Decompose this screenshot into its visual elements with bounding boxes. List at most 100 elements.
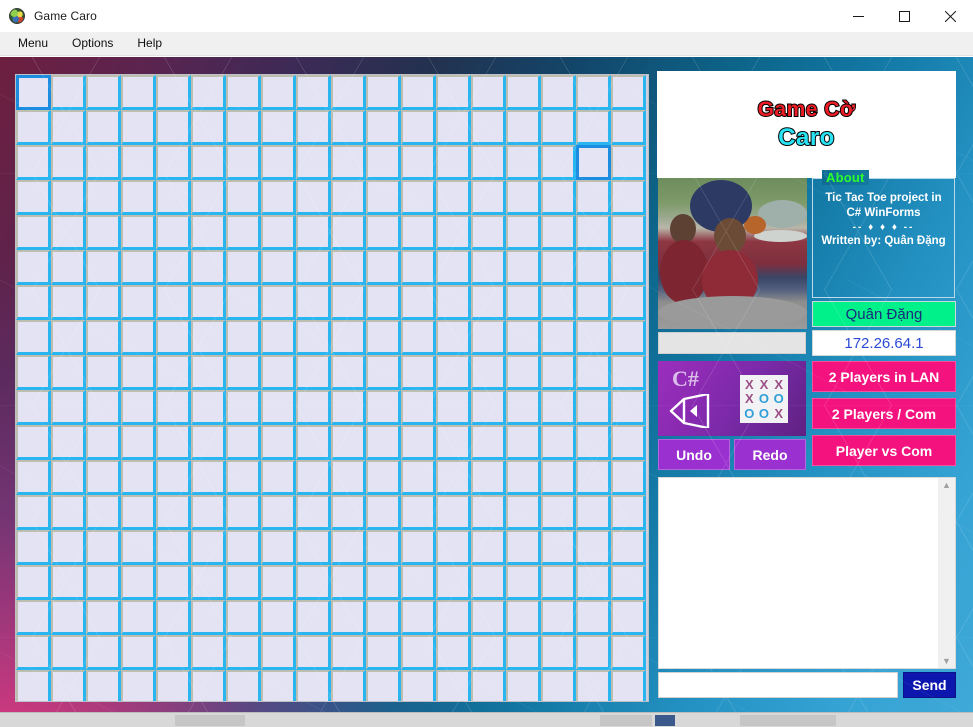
board-cell[interactable] bbox=[261, 75, 296, 110]
board-cell[interactable] bbox=[576, 180, 611, 215]
board-cell[interactable] bbox=[296, 495, 331, 530]
board-cell[interactable] bbox=[331, 145, 366, 180]
scroll-up-icon[interactable]: ▲ bbox=[942, 480, 951, 490]
board-cell[interactable] bbox=[121, 215, 156, 250]
board-cell[interactable] bbox=[401, 180, 436, 215]
board-cell[interactable] bbox=[576, 425, 611, 460]
board-cell[interactable] bbox=[261, 215, 296, 250]
board-cell[interactable] bbox=[611, 670, 646, 701]
board-cell[interactable] bbox=[261, 320, 296, 355]
board-cell[interactable] bbox=[51, 320, 86, 355]
game-board[interactable] bbox=[15, 74, 649, 702]
board-cell[interactable] bbox=[611, 460, 646, 495]
board-cell[interactable] bbox=[296, 565, 331, 600]
board-cell[interactable] bbox=[471, 390, 506, 425]
board-cell[interactable] bbox=[226, 215, 261, 250]
board-cell[interactable] bbox=[191, 355, 226, 390]
board-cell[interactable] bbox=[51, 215, 86, 250]
board-cell[interactable] bbox=[436, 495, 471, 530]
board-cell[interactable] bbox=[436, 110, 471, 145]
board-cell[interactable] bbox=[401, 110, 436, 145]
board-cell[interactable] bbox=[86, 460, 121, 495]
board-cell[interactable] bbox=[156, 285, 191, 320]
board-cell[interactable] bbox=[506, 460, 541, 495]
board-cell[interactable] bbox=[611, 215, 646, 250]
board-cell[interactable] bbox=[51, 390, 86, 425]
menu-item-help[interactable]: Help bbox=[127, 33, 172, 54]
board-cell[interactable] bbox=[541, 670, 576, 701]
board-cell[interactable] bbox=[86, 215, 121, 250]
board-cell[interactable] bbox=[191, 215, 226, 250]
board-cell[interactable] bbox=[51, 180, 86, 215]
board-cell[interactable] bbox=[156, 495, 191, 530]
board-cell[interactable] bbox=[226, 320, 261, 355]
board-cell[interactable] bbox=[506, 145, 541, 180]
board-cell[interactable] bbox=[401, 75, 436, 110]
board-cell[interactable] bbox=[471, 425, 506, 460]
board-cell[interactable] bbox=[331, 355, 366, 390]
board-cell[interactable] bbox=[541, 530, 576, 565]
board-cell[interactable] bbox=[121, 250, 156, 285]
board-cell[interactable] bbox=[541, 180, 576, 215]
board-cell[interactable] bbox=[611, 390, 646, 425]
board-cell[interactable] bbox=[471, 320, 506, 355]
maximize-button[interactable] bbox=[881, 0, 927, 32]
board-cell[interactable] bbox=[471, 250, 506, 285]
board-cell[interactable] bbox=[16, 530, 51, 565]
board-cell[interactable] bbox=[261, 565, 296, 600]
board-cell[interactable] bbox=[541, 390, 576, 425]
board-cell[interactable] bbox=[86, 390, 121, 425]
board-cell[interactable] bbox=[576, 355, 611, 390]
board-cell[interactable] bbox=[331, 285, 366, 320]
board-cell[interactable] bbox=[436, 180, 471, 215]
board-cell[interactable] bbox=[471, 145, 506, 180]
board-cell[interactable] bbox=[576, 460, 611, 495]
chat-scrollbar[interactable]: ▲ ▼ bbox=[938, 478, 955, 668]
board-cell[interactable] bbox=[541, 495, 576, 530]
board-cell[interactable] bbox=[331, 600, 366, 635]
board-cell[interactable] bbox=[506, 670, 541, 701]
board-cell[interactable] bbox=[471, 75, 506, 110]
board-cell[interactable] bbox=[506, 495, 541, 530]
board-cell[interactable] bbox=[401, 460, 436, 495]
board-cell[interactable] bbox=[226, 75, 261, 110]
board-cell[interactable] bbox=[191, 495, 226, 530]
board-cell[interactable] bbox=[16, 635, 51, 670]
board-cell[interactable] bbox=[191, 390, 226, 425]
board-cell[interactable] bbox=[121, 145, 156, 180]
board-cell[interactable] bbox=[86, 670, 121, 701]
board-cell[interactable] bbox=[296, 670, 331, 701]
send-button[interactable]: Send bbox=[903, 672, 956, 698]
redo-button[interactable]: Redo bbox=[734, 439, 806, 470]
chat-log[interactable]: ▲ ▼ bbox=[658, 477, 956, 669]
board-cell[interactable] bbox=[121, 425, 156, 460]
board-cell[interactable] bbox=[191, 110, 226, 145]
undo-button[interactable]: Undo bbox=[658, 439, 730, 470]
board-cell[interactable] bbox=[506, 180, 541, 215]
board-cell[interactable] bbox=[86, 425, 121, 460]
board-cell[interactable] bbox=[611, 285, 646, 320]
board-cell[interactable] bbox=[576, 600, 611, 635]
board-cell[interactable] bbox=[226, 355, 261, 390]
board-cell[interactable] bbox=[121, 600, 156, 635]
board-cell[interactable] bbox=[436, 530, 471, 565]
board-cell[interactable] bbox=[121, 565, 156, 600]
board-cell[interactable] bbox=[16, 145, 51, 180]
board-cell[interactable] bbox=[16, 110, 51, 145]
board-cell[interactable] bbox=[156, 320, 191, 355]
board-cell[interactable] bbox=[611, 600, 646, 635]
board-cell[interactable] bbox=[331, 180, 366, 215]
board-cell[interactable] bbox=[331, 215, 366, 250]
board-cell[interactable] bbox=[191, 425, 226, 460]
board-cell[interactable] bbox=[436, 145, 471, 180]
board-cell[interactable] bbox=[156, 75, 191, 110]
board-cell[interactable] bbox=[16, 75, 51, 110]
board-cell[interactable] bbox=[611, 635, 646, 670]
board-cell[interactable] bbox=[261, 460, 296, 495]
board-cell[interactable] bbox=[506, 635, 541, 670]
board-cell[interactable] bbox=[296, 110, 331, 145]
board-cell[interactable] bbox=[121, 495, 156, 530]
board-cell[interactable] bbox=[226, 425, 261, 460]
board-cell[interactable] bbox=[86, 145, 121, 180]
close-button[interactable] bbox=[927, 0, 973, 32]
